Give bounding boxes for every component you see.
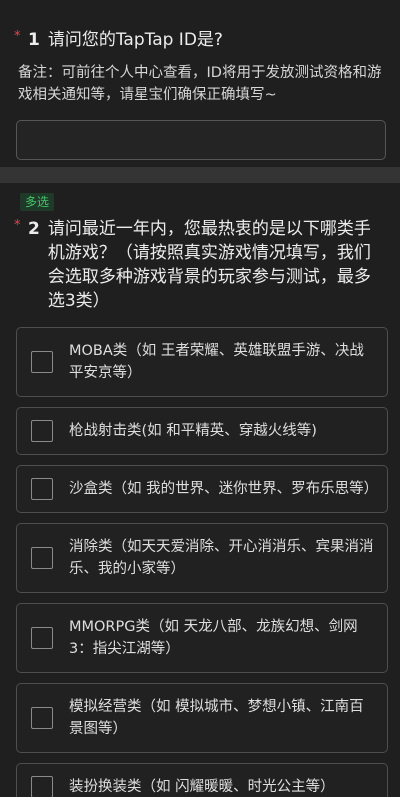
taptap-id-input[interactable] [16,120,386,160]
question-number: 2 [28,219,40,239]
checkbox[interactable] [31,547,53,569]
checkbox[interactable] [31,478,53,500]
option-dressup[interactable]: 装扮换装类（如 闪耀暖暖、时光公主等） [16,763,388,797]
option-shooter[interactable]: 枪战射击类(如 和平精英、穿越火线等) [16,407,388,455]
option-label: 枪战射击类(如 和平精英、穿越火线等) [69,423,317,439]
option-label: MMORPG类（如 天龙八部、龙族幻想、剑网3：指尖江湖等） [69,619,358,657]
option-moba[interactable]: MOBA类（如 王者荣耀、英雄联盟手游、决战平安京等） [16,327,388,397]
option-match3[interactable]: 消除类（如天天爱消除、开心消消乐、宾果消消乐、我的小家等） [16,523,388,593]
checkbox[interactable] [31,420,53,442]
multi-select-badge: 多选 [20,193,55,211]
question-2: 多选 * 2 请问最近一年内，您最热衷的是以下哪类手机游戏？（请按照真实游戏情况… [0,183,400,797]
option-label: 消除类（如天天爱消除、开心消消乐、宾果消消乐、我的小家等） [69,539,374,577]
question-1: * 1 请问您的TapTap ID是? 备注：可前往个人中心查看，ID将用于发放… [0,0,400,167]
checkbox[interactable] [31,776,53,797]
checkbox[interactable] [31,627,53,649]
option-label: MOBA类（如 王者荣耀、英雄联盟手游、决战平安京等） [69,343,364,381]
question-2-title: * 2 请问最近一年内，您最热衷的是以下哪类手机游戏？（请按照真实游戏情况填写，… [14,217,386,313]
question-text: 请问最近一年内，您最热衷的是以下哪类手机游戏？（请按照真实游戏情况填写，我们会选… [47,219,371,311]
option-label: 模拟经营类（如 模拟城市、梦想小镇、江南百景图等） [69,699,364,737]
option-simulation[interactable]: 模拟经营类（如 模拟城市、梦想小镇、江南百景图等） [16,683,388,753]
option-label: 沙盒类（如 我的世界、迷你世界、罗布乐思等） [69,481,379,497]
required-mark: * [14,218,21,233]
checkbox[interactable] [31,707,53,729]
checkbox[interactable] [31,351,53,373]
question-note: 备注：可前往个人中心查看，ID将用于发放测试资格和游戏相关通知等，请星宝们确保正… [18,65,382,103]
required-mark: * [14,29,21,44]
option-label: 装扮换装类（如 闪耀暖暖、时光公主等） [69,779,335,795]
option-mmorpg[interactable]: MMORPG类（如 天龙八部、龙族幻想、剑网3：指尖江湖等） [16,603,388,673]
option-list: MOBA类（如 王者荣耀、英雄联盟手游、决战平安京等） 枪战射击类(如 和平精英… [14,327,388,797]
survey-page: * 1 请问您的TapTap ID是? 备注：可前往个人中心查看，ID将用于发放… [0,0,400,797]
option-sandbox[interactable]: 沙盒类（如 我的世界、迷你世界、罗布乐思等） [16,465,388,513]
section-divider [0,167,400,183]
question-number: 1 [28,30,40,50]
question-text: 请问您的TapTap ID是? [47,30,223,50]
question-1-title: * 1 请问您的TapTap ID是? [14,28,386,52]
